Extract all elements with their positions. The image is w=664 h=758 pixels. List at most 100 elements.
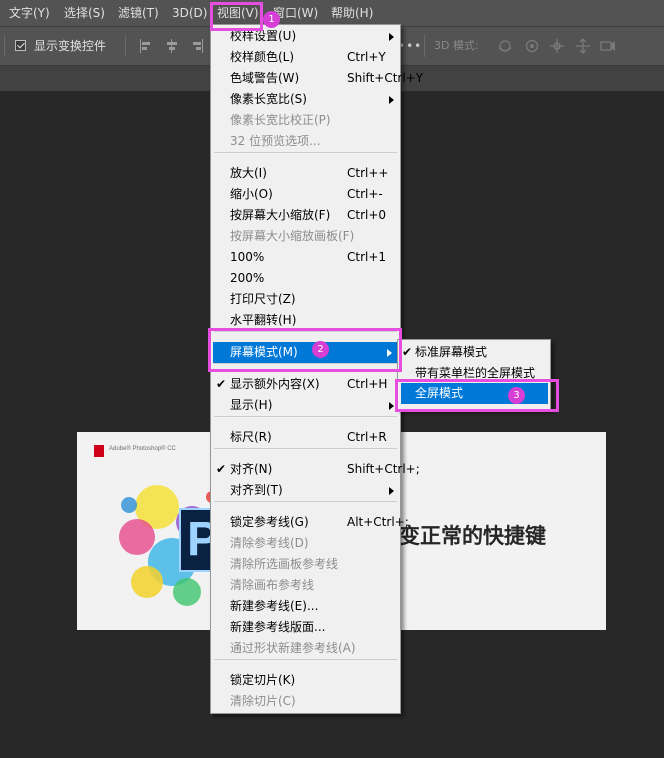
menu-item-shortcut: Shift+Ctrl+; [347, 462, 420, 476]
menu-item-label: 100% [230, 250, 265, 264]
menu-item-show[interactable]: 显示(H) [211, 395, 400, 416]
3d-pan-icon[interactable] [549, 38, 565, 54]
menu-item-snap-to[interactable]: 对齐到(T) [211, 480, 400, 501]
menu-select[interactable]: 选择(S) [64, 0, 105, 26]
3d-scale-icon[interactable] [600, 38, 616, 54]
menu-item-label: 像素长宽比校正(P) [230, 113, 331, 127]
menu-item-pixel-aspect-ratio[interactable]: 像素长宽比(S) [211, 89, 400, 110]
annotation-box-screen-mode [208, 328, 402, 372]
menu-item-label: 清除画布参考线 [230, 578, 315, 592]
submenu-arrow-icon [389, 33, 394, 41]
menu-item-label: 显示(H) [230, 398, 273, 412]
annotation-box-full-screen [395, 379, 559, 412]
menu-help[interactable]: 帮助(H) [331, 0, 373, 26]
menu-item-100-percent[interactable]: 100% Ctrl+1 [211, 247, 400, 268]
menu-item-proof-colors[interactable]: 校样颜色(L) Ctrl+Y [211, 47, 400, 68]
menu-item-new-guides-from-shape: 通过形状新建参考线(A) [211, 638, 400, 659]
menu-item-shortcut: Ctrl+1 [347, 250, 387, 264]
document-headline: 变正常的快捷键 [399, 524, 546, 548]
submenu-item-standard-screen-mode[interactable]: ✔ 标准屏幕模式 [398, 342, 550, 363]
menu-bar: 文字(Y) 选择(S) 滤镜(T) 3D(D) 视图(V) 窗口(W) 帮助(H… [0, 0, 664, 26]
menu-item-pixel-aspect-correction: 像素长宽比校正(P) [211, 110, 400, 131]
menu-item-clear-artboard-guides: 清除所选画板参考线 [211, 554, 400, 575]
checkmark-icon: ✔ [216, 377, 227, 391]
menu-item-label: 锁定切片(K) [230, 673, 296, 687]
menu-item-label: 色域警告(W) [230, 71, 300, 85]
toolbar-separator [424, 35, 425, 57]
show-transform-checkbox[interactable] [15, 40, 26, 51]
menu-window[interactable]: 窗口(W) [273, 0, 318, 26]
annotation-badge-2: 2 [312, 341, 329, 358]
toolbar-separator [4, 35, 5, 57]
menu-separator [214, 659, 397, 660]
menu-item-shortcut: Ctrl+R [347, 430, 387, 444]
annotation-badge-1: 1 [263, 11, 280, 28]
menu-type[interactable]: 文字(Y) [9, 0, 50, 26]
menu-item-label: 锁定参考线(G) [230, 515, 309, 529]
menu-item-new-guide[interactable]: 新建参考线(E)... [211, 596, 400, 617]
menu-separator [214, 416, 397, 417]
submenu-arrow-icon [389, 487, 394, 495]
menu-item-label: 按屏幕大小缩放画板(F) [230, 229, 355, 243]
menu-item-label: 通过形状新建参考线(A) [230, 641, 356, 655]
menu-item-32bit-preview: 32 位预览选项... [211, 131, 400, 152]
show-transform-label: 显示变换控件 [34, 39, 107, 53]
menu-item-label: 200% [230, 271, 265, 285]
menu-item-lock-slices[interactable]: 锁定切片(K) [211, 670, 400, 691]
menu-item-label: 对齐到(T) [230, 483, 283, 497]
menu-item-shortcut: Ctrl+- [347, 187, 383, 201]
menu-item-fit-artboard: 按屏幕大小缩放画板(F) [211, 226, 400, 247]
menu-item-label: 清除切片(C) [230, 694, 296, 708]
align-right-icon[interactable] [190, 39, 204, 53]
submenu-item-label: 标准屏幕模式 [415, 345, 488, 359]
checkmark-icon: ✔ [402, 345, 413, 359]
checkmark-icon: ✔ [216, 462, 227, 476]
menu-item-shortcut: Ctrl++ [347, 166, 389, 180]
menu-item-zoom-out[interactable]: 缩小(O) Ctrl+- [211, 184, 400, 205]
3d-orbit-icon[interactable] [497, 38, 513, 54]
3d-slide-icon[interactable] [575, 38, 591, 54]
menu-separator [214, 501, 397, 502]
menu-item-print-size[interactable]: 打印尺寸(Z) [211, 289, 400, 310]
menu-item-200-percent[interactable]: 200% [211, 268, 400, 289]
menu-item-snap[interactable]: ✔ 对齐(N) Shift+Ctrl+; [211, 459, 420, 480]
menu-item-clear-canvas-guides: 清除画布参考线 [211, 575, 400, 596]
adobe-logo [94, 445, 104, 457]
menu-item-fit-on-screen[interactable]: 按屏幕大小缩放(F) Ctrl+0 [211, 205, 400, 226]
menu-item-shortcut: Ctrl+Y [347, 50, 386, 64]
menu-item-label: 新建参考线(E)... [230, 599, 319, 613]
menu-item-label: 放大(I) [230, 166, 267, 180]
menu-item-shortcut: Ctrl+0 [347, 208, 387, 222]
menu-item-label: 清除参考线(D) [230, 536, 309, 550]
3d-mode-label: 3D 模式: [434, 39, 479, 52]
align-horizontal-center-icon[interactable] [165, 39, 179, 53]
menu-item-clear-guides: 清除参考线(D) [211, 533, 400, 554]
toolbar-separator [125, 35, 126, 57]
menu-item-rulers[interactable]: 标尺(R) Ctrl+R [211, 427, 400, 448]
menu-filter[interactable]: 滤镜(T) [118, 0, 159, 26]
menu-item-label: 标尺(R) [230, 430, 272, 444]
submenu-arrow-icon [389, 96, 394, 104]
menu-item-lock-guides[interactable]: 锁定参考线(G) Alt+Ctrl+; [211, 512, 409, 533]
menu-item-label: 像素长宽比(S) [230, 92, 307, 106]
submenu-arrow-icon [389, 402, 394, 410]
3d-roll-icon[interactable] [524, 38, 540, 54]
menu-3d[interactable]: 3D(D) [172, 0, 207, 26]
menu-item-show-extras[interactable]: ✔ 显示额外内容(X) Ctrl+H [211, 374, 400, 395]
menu-item-label: 按屏幕大小缩放(F) [230, 208, 331, 222]
annotation-badge-3: 3 [508, 387, 525, 404]
menu-item-label: 显示额外内容(X) [230, 377, 320, 391]
menu-item-label: 对齐(N) [230, 462, 273, 476]
menu-item-gamut-warning[interactable]: 色域警告(W) Shift+Ctrl+Y [211, 68, 423, 89]
menu-item-label: 新建参考线版面... [230, 620, 326, 634]
menu-item-label: 清除所选画板参考线 [230, 557, 339, 571]
brand-text: Adobe® Photoshop® CC [109, 446, 176, 452]
menu-item-label: 32 位预览选项... [230, 134, 321, 148]
menu-item-label: 缩小(O) [230, 187, 273, 201]
menu-item-shortcut: Ctrl+H [347, 377, 388, 391]
menu-item-zoom-in[interactable]: 放大(I) Ctrl++ [211, 163, 400, 184]
more-options-icon[interactable]: ••• [398, 39, 422, 53]
menu-item-shortcut: Alt+Ctrl+; [347, 515, 409, 529]
menu-item-new-guide-layout[interactable]: 新建参考线版面... [211, 617, 400, 638]
align-left-icon[interactable] [139, 39, 153, 53]
